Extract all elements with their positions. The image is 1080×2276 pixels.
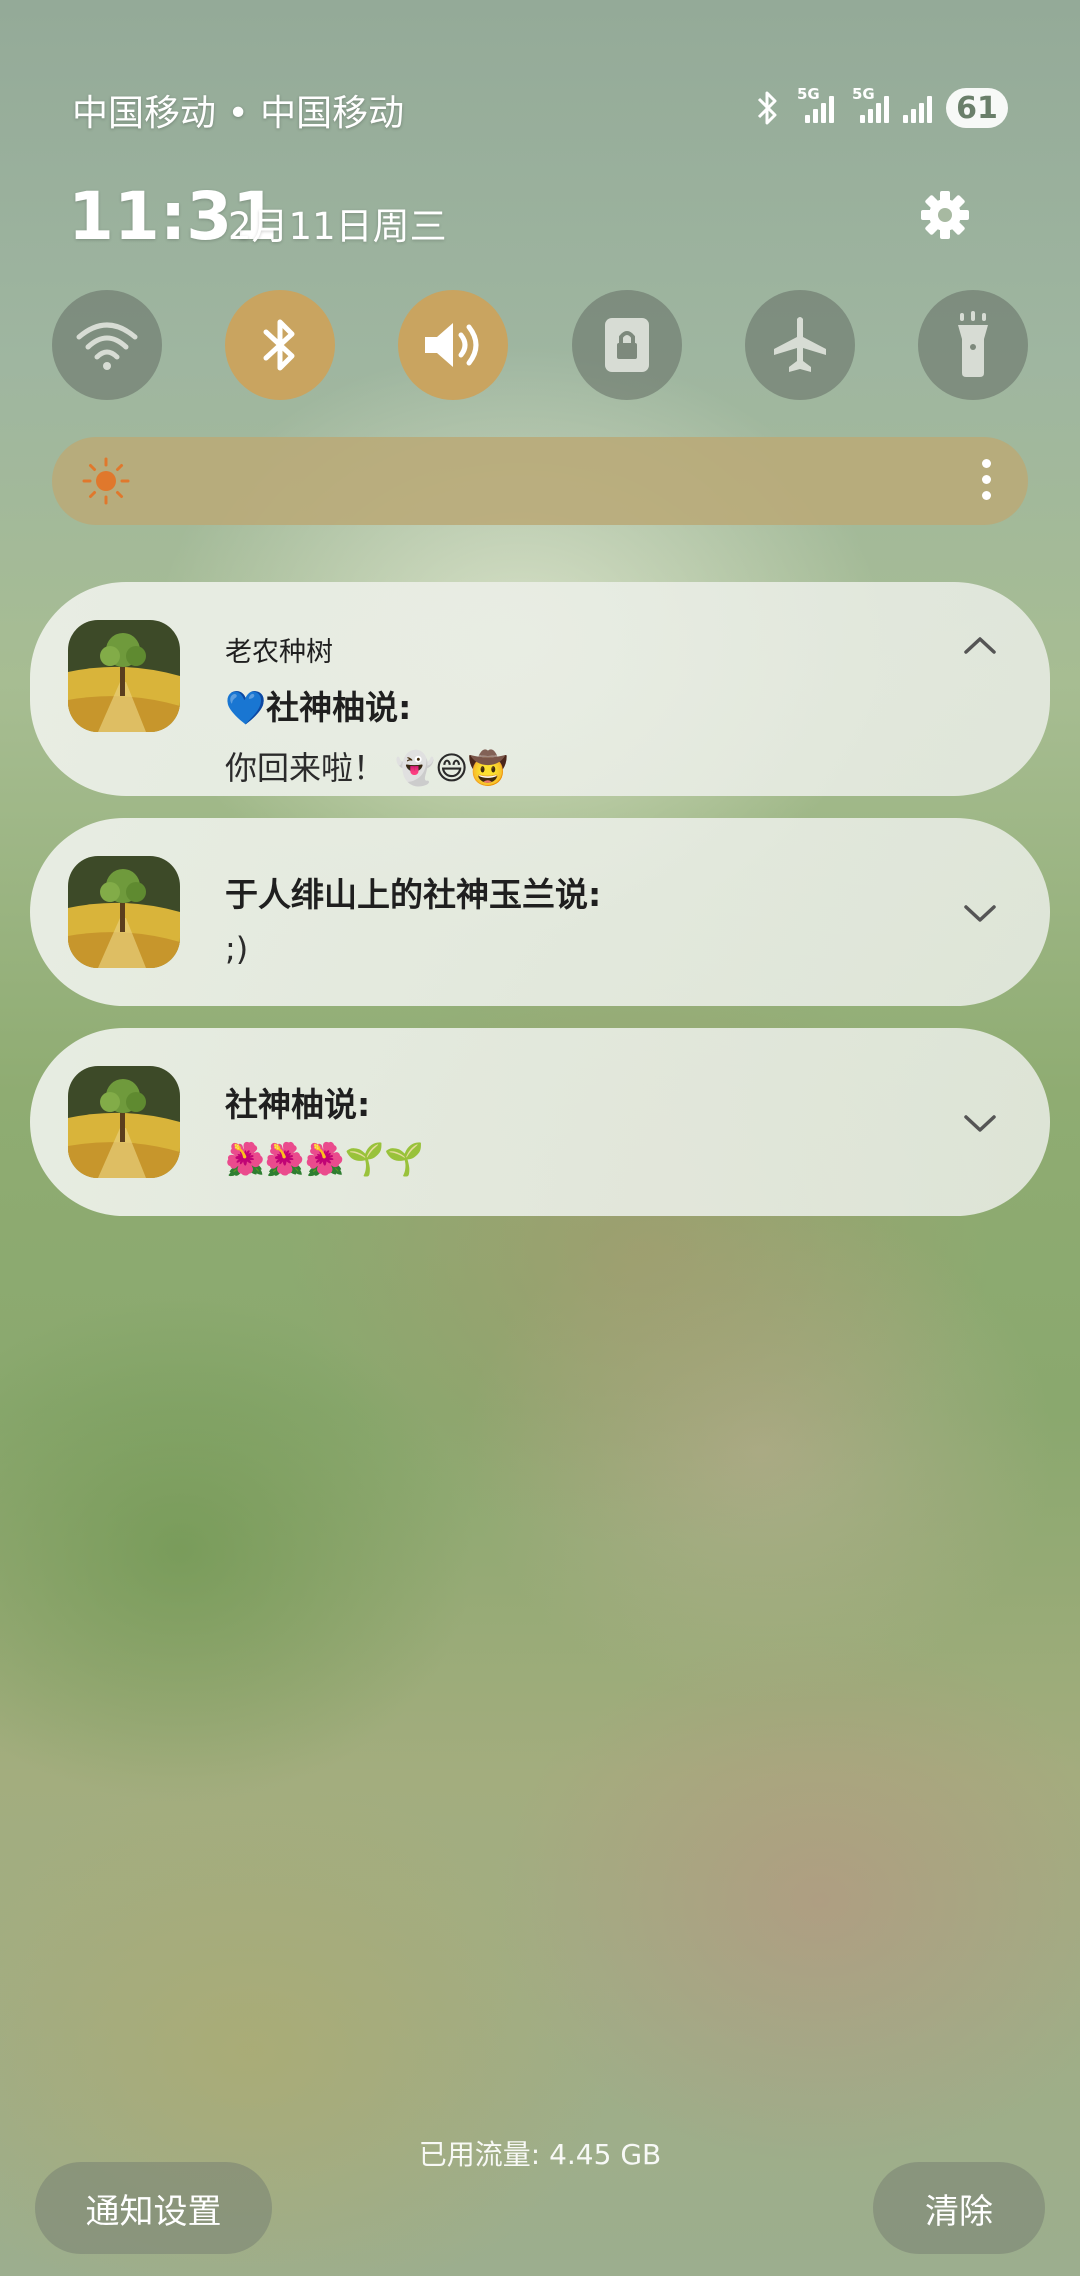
more-options-icon[interactable] [980,459,992,503]
network-type-label-1: 5G [797,85,820,103]
app-avatar [68,856,180,968]
clear-button[interactable]: 清除 [873,2162,1045,2254]
sun-icon [82,457,130,505]
signal-strength-icon-3 [903,93,932,123]
bluetooth-status-icon [757,91,777,125]
message-text: 🌺🌺🌺🌱🌱 [225,1140,425,1178]
network-type-label-2: 5G [852,85,875,103]
flashlight-icon [957,311,988,377]
screen-lock-toggle[interactable] [571,290,682,400]
notification-card-1[interactable]: 老农种树 💙社神柚说: 你回来啦！ 👻😄🤠 [30,582,1050,796]
wifi-toggle[interactable] [52,290,162,400]
airplane-icon [773,317,826,372]
sender-name: 社神柚说: [225,1085,371,1124]
date-label: 2月11日周三 [228,205,447,248]
battery-indicator: 61 [946,88,1008,128]
wifi-icon [76,322,138,370]
signal-strength-icon-1: 5G [797,85,834,123]
chevron-down-icon[interactable] [962,902,998,924]
status-icons: 5G 5G 61 [755,84,1008,132]
message-text: 你回来啦！ 👻😄🤠 [225,749,509,787]
notification-card-3[interactable]: 社神柚说: 🌺🌺🌺🌱🌱 [30,1028,1050,1216]
app-avatar [68,1066,180,1178]
chevron-up-icon[interactable] [962,634,998,656]
sender-name: 💙社神柚说: [225,688,412,727]
lock-screen-icon [604,318,649,372]
notification-text: 老农种树 💙社神柚说: 你回来啦！ 👻😄🤠 [225,630,920,789]
signal-strength-icon-2: 5G [852,85,889,123]
notification-text: 于人绯山上的社神玉兰说: ;) [225,868,920,968]
notification-card-2[interactable]: 于人绯山上的社神玉兰说: ;) [30,818,1050,1006]
bluetooth-icon [263,319,295,371]
sender-name: 于人绯山上的社神玉兰说: [225,875,602,914]
notification-settings-button[interactable]: 通知设置 [35,2162,272,2254]
carrier-label: 中国移动 • 中国移动 [72,93,405,134]
bluetooth-toggle[interactable] [225,290,336,400]
volume-icon [425,323,479,367]
notification-text: 社神柚说: 🌺🌺🌺🌱🌱 [225,1078,920,1178]
app-name: 老农种树 [225,637,333,668]
brightness-slider[interactable] [52,437,1028,525]
sound-toggle[interactable] [398,290,509,400]
flashlight-toggle[interactable] [917,290,1028,400]
message-text: ;) [225,930,249,968]
quick-settings-row [52,290,1028,400]
chevron-down-icon[interactable] [962,1112,998,1134]
app-avatar [68,620,180,732]
gear-icon[interactable] [915,185,975,245]
airplane-mode-toggle[interactable] [744,290,855,400]
